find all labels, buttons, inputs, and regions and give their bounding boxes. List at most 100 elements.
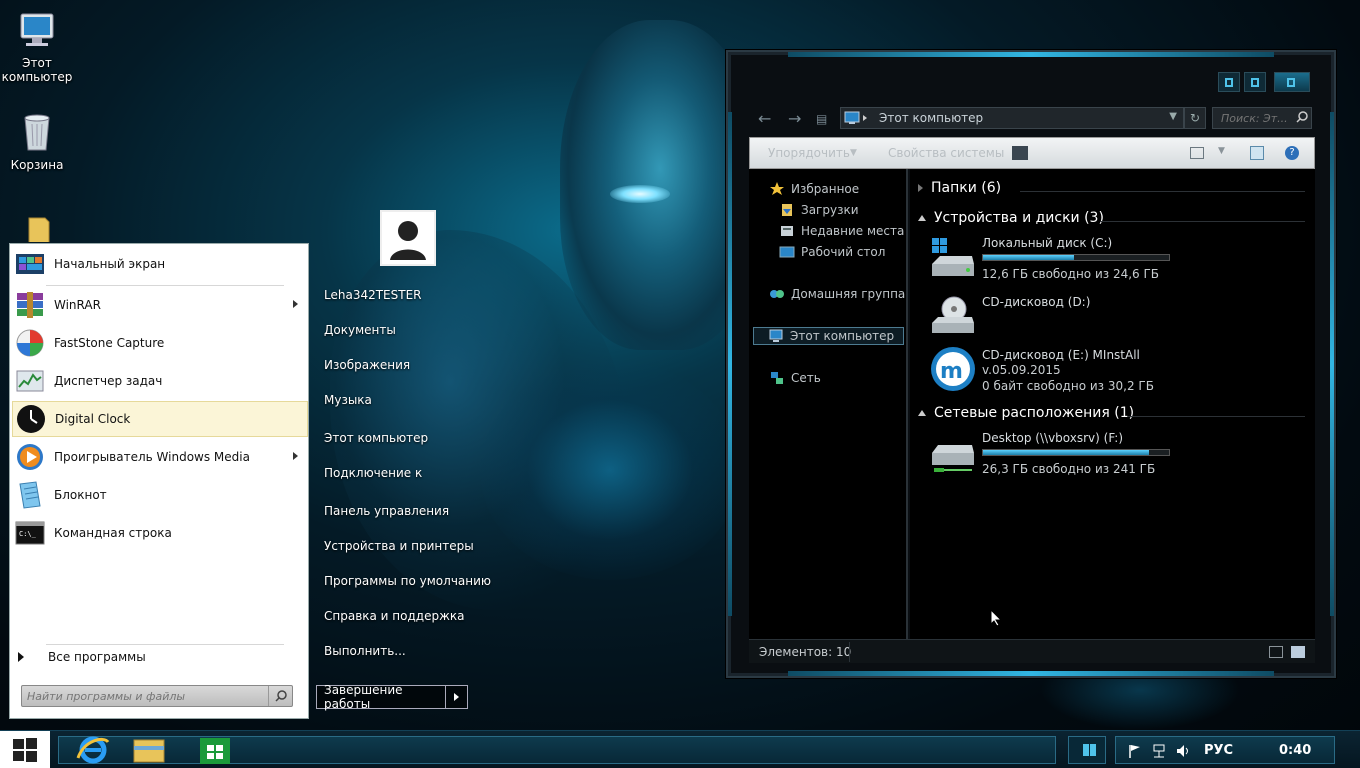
language-indicator[interactable]: РУС: [1204, 743, 1233, 758]
group-header-network[interactable]: Сетевые расположения (1): [918, 405, 1134, 421]
start-item-label: Командная строка: [54, 526, 172, 540]
notepad-icon: [14, 479, 46, 511]
close-button[interactable]: [1274, 72, 1310, 92]
computer-icon: [769, 329, 783, 342]
desktop-icon: [779, 246, 795, 258]
start-right-run[interactable]: Выполнить...: [324, 644, 406, 658]
shutdown-options-button[interactable]: [445, 686, 467, 708]
start-right-help[interactable]: Справка и поддержка: [324, 609, 465, 623]
explorer-search-input[interactable]: [1213, 108, 1293, 128]
internet-explorer-icon: [76, 736, 110, 764]
drive-usage-fill: [983, 255, 1075, 260]
desktop-icon-recycle-bin[interactable]: Корзина: [1, 110, 73, 172]
chevron-down-icon: ▼: [850, 148, 857, 158]
toolbar-icon[interactable]: [1012, 146, 1028, 160]
nav-label: Избранное: [791, 182, 860, 196]
start-search-box[interactable]: [21, 685, 293, 707]
refresh-button[interactable]: ↻: [1184, 107, 1206, 129]
minimize-button[interactable]: [1218, 72, 1240, 92]
nav-recent-places[interactable]: Недавние места: [779, 223, 904, 239]
start-right-music[interactable]: Музыка: [324, 393, 372, 407]
group-header-folders[interactable]: Папки (6): [918, 180, 1001, 196]
submenu-arrow-icon: [293, 452, 298, 460]
search-icon[interactable]: [268, 686, 292, 706]
nav-downloads[interactable]: Загрузки: [779, 202, 859, 218]
shutdown-button[interactable]: Завершение работы: [317, 683, 445, 711]
faststone-icon: [14, 327, 46, 359]
nav-desktop[interactable]: Рабочий стол: [779, 244, 885, 260]
maximize-icon: [1251, 78, 1259, 87]
recent-pages-icon[interactable]: ▤: [816, 112, 827, 126]
help-icon[interactable]: ?: [1285, 146, 1299, 160]
wallpaper-glow: [480, 360, 740, 580]
start-item-start-screen[interactable]: Начальный экран: [12, 246, 308, 282]
window-frame: [788, 671, 1274, 676]
start-item-digital-clock[interactable]: Digital Clock: [12, 401, 308, 437]
start-right-user-name[interactable]: Leha342TESTER: [324, 288, 422, 302]
task-manager-icon: [14, 365, 46, 397]
start-right-default-programs[interactable]: Программы по умолчанию: [324, 574, 491, 588]
start-item-faststone[interactable]: FastStone Capture: [12, 325, 308, 361]
network-icon[interactable]: [1152, 744, 1166, 758]
start-search-input[interactable]: [22, 686, 268, 706]
start-right-devices-printers[interactable]: Устройства и принтеры: [324, 539, 474, 553]
clock[interactable]: 0:40: [1279, 743, 1311, 758]
windows-logo-icon: [13, 738, 37, 762]
start-item-media-player[interactable]: Проигрыватель Windows Media: [12, 439, 308, 475]
chevron-down-icon[interactable]: ▼: [1218, 146, 1225, 156]
chevron-right-icon: [454, 693, 459, 701]
nav-label: Рабочий стол: [801, 245, 886, 259]
expand-arrow-icon: [18, 652, 24, 662]
desktop-icon-folder[interactable]: [1, 212, 73, 242]
organize-button[interactable]: Упорядочить: [768, 146, 850, 160]
recent-places-icon: [781, 226, 793, 236]
taskbar-store[interactable]: [192, 734, 238, 766]
start-right-this-pc[interactable]: Этот компьютер: [324, 431, 428, 445]
start-item-winrar[interactable]: WinRAR: [12, 287, 308, 323]
search-icon: [1296, 111, 1308, 123]
drive-name: CD-дисковод (D:): [982, 295, 1091, 309]
nav-network[interactable]: Сеть: [769, 370, 821, 386]
start-item-label: Digital Clock: [55, 412, 131, 426]
nav-homegroup[interactable]: Домашняя группа: [769, 286, 905, 302]
user-avatar[interactable]: [380, 210, 436, 266]
view-options-icon[interactable]: [1190, 147, 1204, 159]
forward-button[interactable]: →: [788, 109, 801, 128]
start-item-notepad[interactable]: Блокнот: [12, 477, 308, 513]
start-item-command-prompt[interactable]: C:\_ Командная строка: [12, 515, 308, 551]
taskbar-internet-explorer[interactable]: [70, 734, 116, 766]
large-icons-view-icon[interactable]: [1291, 646, 1305, 658]
back-button[interactable]: ←: [758, 109, 771, 128]
nav-this-pc[interactable]: Этот компьютер: [753, 327, 904, 345]
system-properties-button[interactable]: Свойства системы: [888, 146, 1004, 160]
show-desktop-button[interactable]: [1068, 736, 1106, 764]
drive-name: Локальный диск (C:): [982, 236, 1113, 250]
start-right-connect-to[interactable]: Подключение к: [324, 466, 422, 480]
nav-favorites[interactable]: Избранное: [769, 181, 859, 197]
start-right-control-panel[interactable]: Панель управления: [324, 504, 449, 518]
flag-icon[interactable]: [1128, 744, 1142, 758]
start-right-pictures[interactable]: Изображения: [324, 358, 410, 372]
desktop-icon-this-pc[interactable]: Этот компьютер: [1, 8, 73, 84]
chevron-down-icon[interactable]: ▼: [1169, 111, 1177, 122]
start-button[interactable]: [0, 731, 50, 768]
maximize-button[interactable]: [1244, 72, 1266, 92]
explorer-search-box[interactable]: [1212, 107, 1312, 129]
start-item-task-manager[interactable]: Диспетчер задач: [12, 363, 308, 399]
folder-icon: [15, 212, 59, 242]
volume-icon[interactable]: [1176, 744, 1190, 758]
group-header-devices[interactable]: Устройства и диски (3): [918, 210, 1104, 226]
command-bar: Упорядочить ▼ Свойства системы ▼ ?: [749, 137, 1315, 169]
group-title: Сетевые расположения (1): [934, 405, 1135, 421]
taskbar-file-explorer[interactable]: [126, 734, 172, 766]
start-right-documents[interactable]: Документы: [324, 323, 396, 337]
item-count: Элементов: 10: [759, 644, 852, 659]
minstall-icon: m: [931, 347, 975, 391]
details-view-icon[interactable]: [1269, 646, 1283, 658]
all-programs-button[interactable]: Все программы: [18, 650, 146, 664]
preview-pane-icon[interactable]: [1250, 146, 1264, 160]
content-pane: Папки (6) Устройства и диски (3) Локальн…: [910, 169, 1315, 639]
system-tray: РУС 0:40: [1115, 736, 1335, 764]
computer-icon: [844, 111, 867, 124]
address-bar[interactable]: Этот компьютер ▼: [840, 107, 1184, 129]
